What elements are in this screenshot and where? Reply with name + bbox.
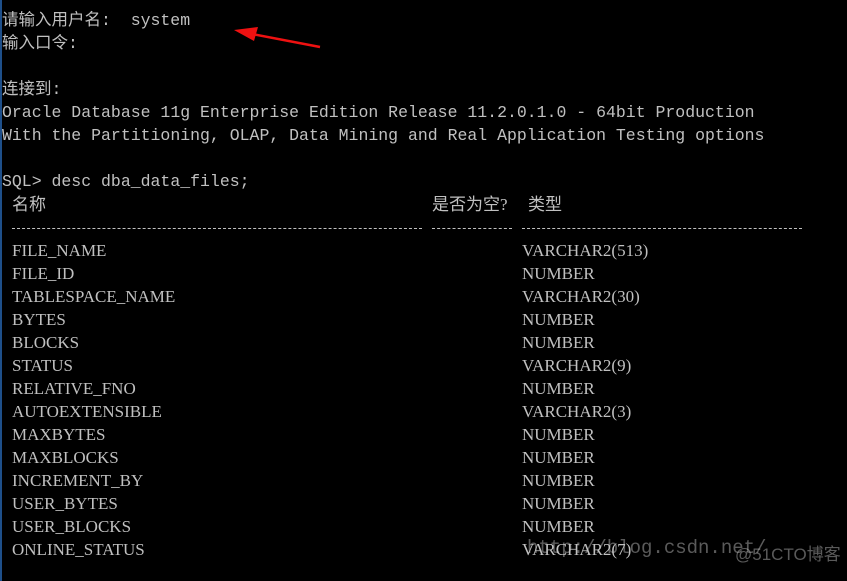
red-arrow-icon [234,27,321,49]
